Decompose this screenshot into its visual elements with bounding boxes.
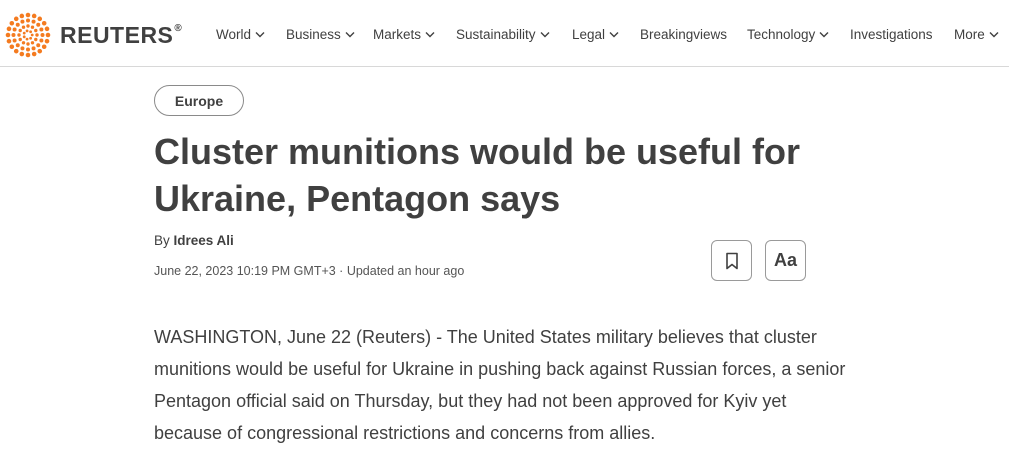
nav-item-label: Technology bbox=[747, 27, 816, 42]
byline-prefix: By bbox=[154, 233, 170, 248]
nav-item-label: Markets bbox=[373, 27, 422, 42]
nav-item-investigations[interactable]: Investigations bbox=[850, 27, 933, 42]
reuters-dot-logo-icon bbox=[5, 12, 51, 58]
nav-item-label: World bbox=[216, 27, 252, 42]
article-body-paragraph: WASHINGTON, June 22 (Reuters) - The Unit… bbox=[154, 327, 846, 443]
bookmark-icon bbox=[725, 252, 738, 269]
site-header: REUTERS® World Business Markets Sustainabil… bbox=[0, 0, 1009, 67]
nav-item-label: Business bbox=[286, 27, 341, 42]
reuters-logo[interactable]: REUTERS® bbox=[4, 11, 182, 59]
nav-item-world[interactable]: World bbox=[216, 27, 265, 42]
chevron-down-icon bbox=[255, 32, 265, 38]
author-link[interactable]: Idrees Ali bbox=[174, 233, 234, 248]
nav-item-markets[interactable]: Markets bbox=[373, 27, 435, 42]
nav-item-legal[interactable]: Legal bbox=[572, 27, 619, 42]
chevron-down-icon bbox=[819, 32, 829, 38]
chevron-down-icon bbox=[609, 32, 619, 38]
article-dateline: June 22, 2023 10:19 PM GMT+3 · Updated a… bbox=[154, 264, 465, 278]
nav-item-business[interactable]: Business bbox=[286, 27, 355, 42]
chevron-down-icon bbox=[540, 32, 550, 38]
chevron-down-icon bbox=[425, 32, 435, 38]
byline: By Idrees Ali bbox=[154, 233, 234, 248]
chevron-down-icon bbox=[345, 32, 355, 38]
nav-item-label: Legal bbox=[572, 27, 606, 42]
nav-item-label: More bbox=[954, 27, 985, 42]
bookmark-button[interactable] bbox=[711, 240, 752, 281]
nav-item-breakingviews[interactable]: Breakingviews bbox=[640, 27, 727, 42]
chevron-down-icon bbox=[989, 32, 999, 38]
nav-item-more[interactable]: More bbox=[954, 27, 999, 42]
nav-item-label: Investigations bbox=[850, 27, 933, 42]
nav-item-label: Breakingviews bbox=[640, 27, 728, 42]
nav-item-sustainability[interactable]: Sustainability bbox=[456, 27, 550, 42]
nav-item-label: Sustainability bbox=[456, 27, 536, 42]
font-size-button[interactable]: Aa bbox=[765, 240, 806, 281]
section-tag[interactable]: Europe bbox=[154, 85, 244, 116]
article-headline: Cluster munitions would be useful for Uk… bbox=[154, 131, 801, 219]
nav-item-technology[interactable]: Technology bbox=[747, 27, 829, 42]
logo-wordmark: REUTERS® bbox=[60, 21, 183, 48]
